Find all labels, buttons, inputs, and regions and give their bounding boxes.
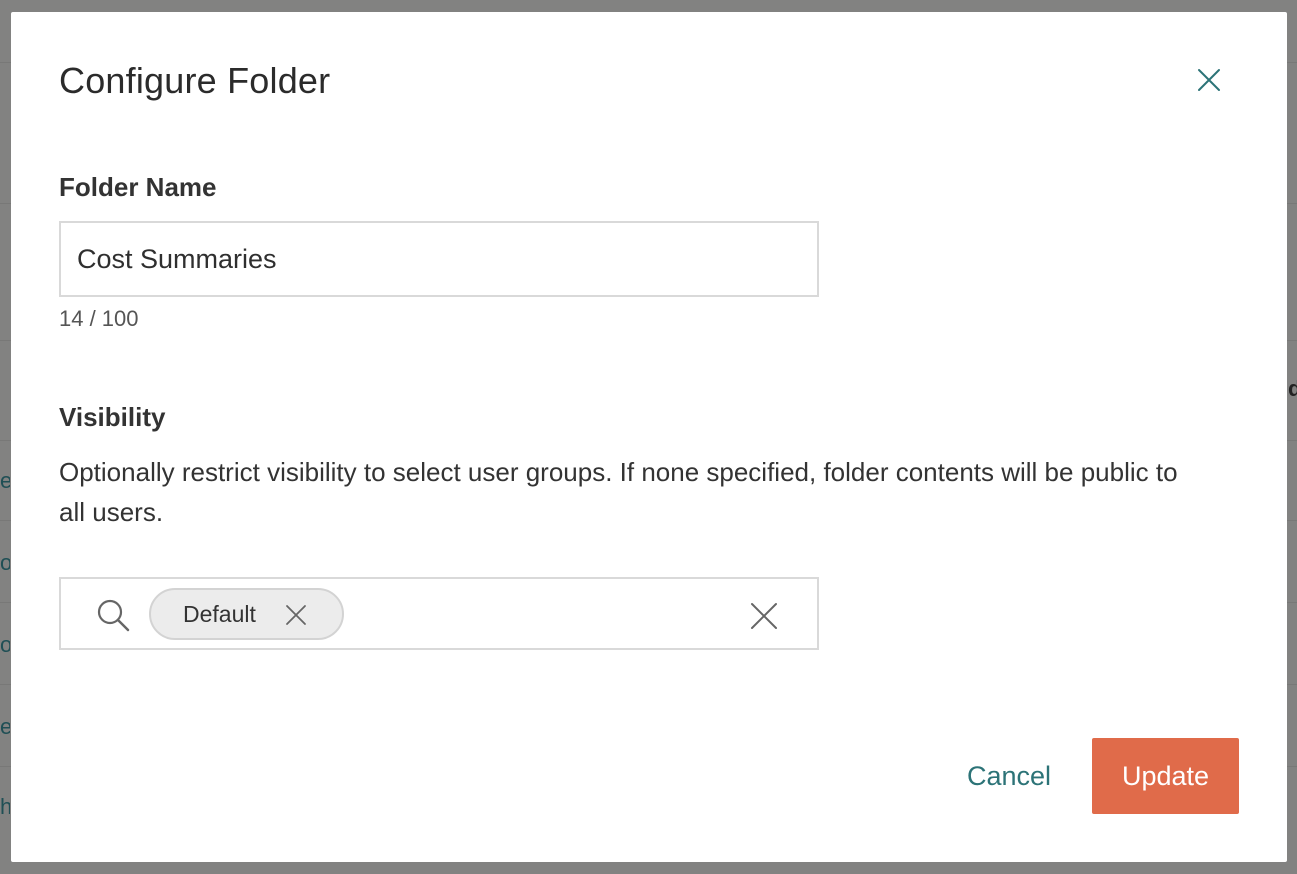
background-text-fragment: o [0,634,10,656]
cancel-button[interactable]: Cancel [951,752,1067,800]
visibility-help-text: Optionally restrict visibility to select… [59,457,1178,527]
clear-selection-icon[interactable] [749,601,779,631]
search-icon [97,599,130,632]
background-text-fragment: h [0,796,10,818]
close-dialog-button[interactable] [1195,66,1223,94]
user-group-selector[interactable]: Default [59,577,819,650]
remove-chip-icon[interactable] [285,604,307,626]
dialog-title: Configure Folder [59,60,331,101]
folder-name-input[interactable] [59,221,819,297]
background-text-fragment: o [0,552,10,574]
group-chip: Default [149,588,344,640]
background-text-fragment: es [0,470,10,492]
visibility-label: Visibility [59,402,166,432]
configure-folder-dialog: Configure Folder Folder Name 14 / 100 Vi… [11,12,1287,862]
folder-name-label: Folder Name [59,172,217,202]
close-icon [1198,69,1220,91]
group-chip-label: Default [183,600,256,627]
background-text-fragment: d [1288,378,1297,400]
character-count: 14 / 100 [59,306,139,331]
update-button[interactable]: Update [1092,738,1239,814]
background-text-fragment: e [0,716,10,738]
